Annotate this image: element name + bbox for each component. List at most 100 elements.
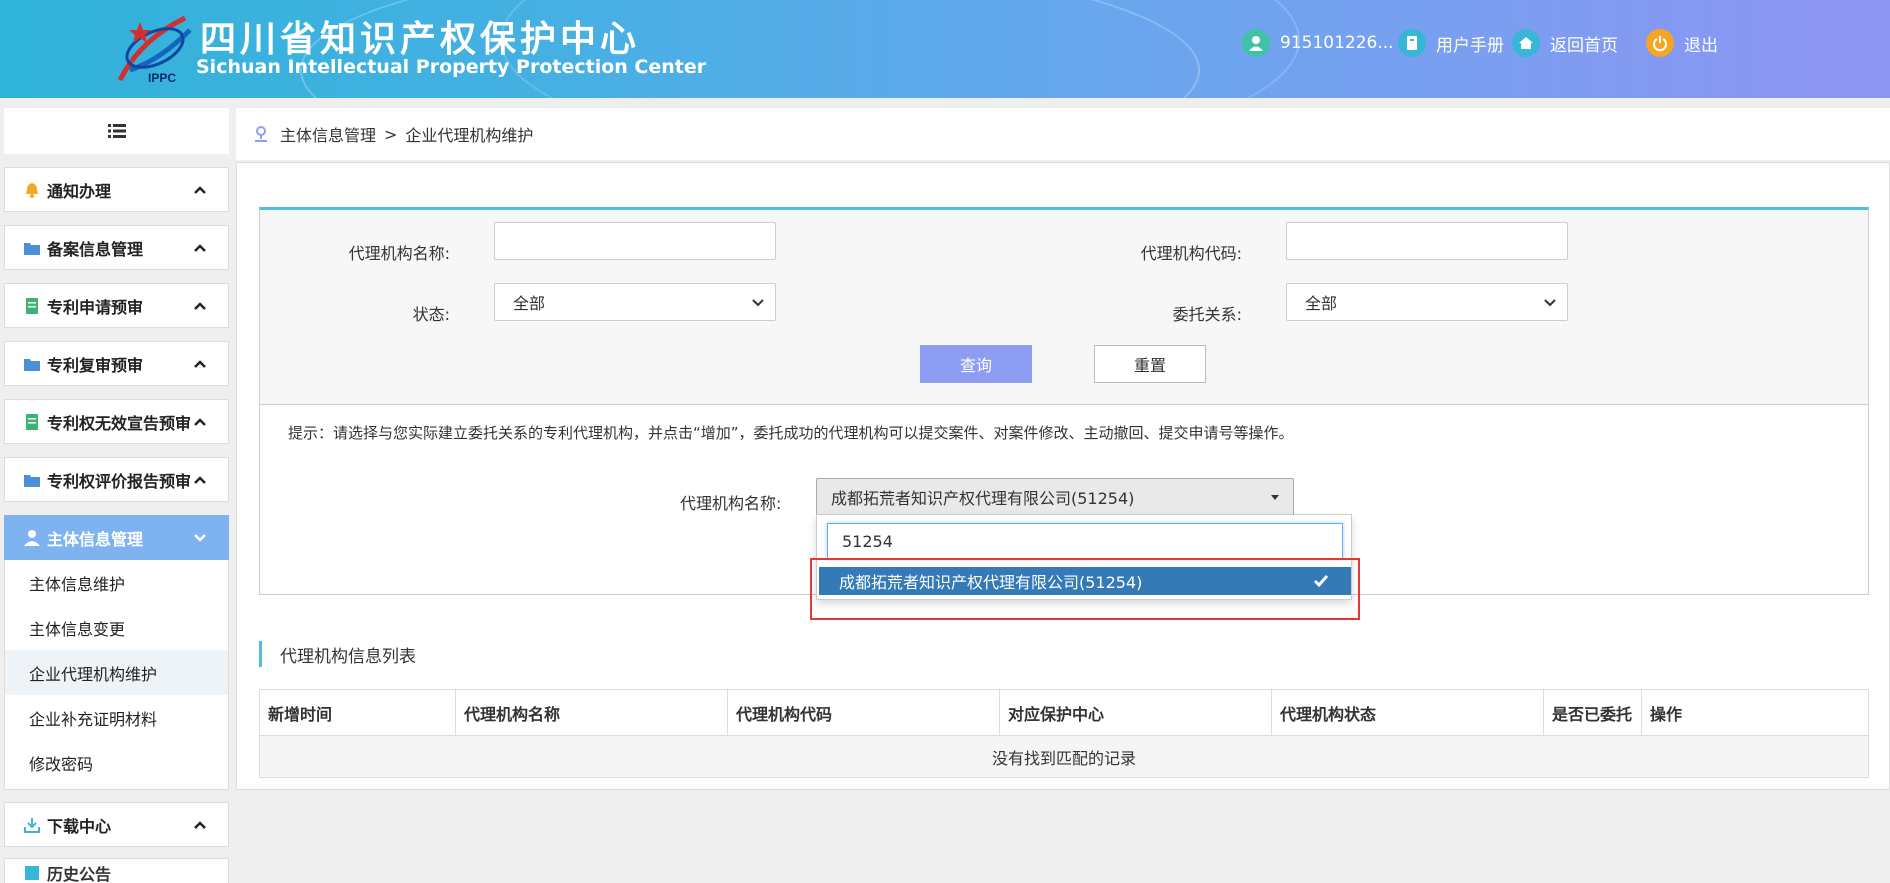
agency-name-input[interactable] [494, 222, 776, 260]
agent-name-label: 代理机构名称: [680, 494, 782, 513]
reset-button[interactable]: 重置 [1094, 345, 1206, 383]
home-icon [1512, 29, 1540, 57]
column-header[interactable]: 代理机构状态 [1271, 689, 1544, 736]
submenu-item-current[interactable]: 企业代理机构维护 [5, 650, 228, 695]
svg-text:IPPC: IPPC [148, 71, 176, 85]
chevron-up-icon [194, 186, 206, 194]
submenu-item[interactable]: 修改密码 [5, 740, 228, 785]
list-title: 代理机构信息列表 [259, 641, 416, 667]
breadcrumb: 主体信息管理 > 企业代理机构维护 [236, 108, 1890, 160]
submenu-item[interactable]: 主体信息变更 [5, 605, 228, 650]
sidebar-item-notices[interactable]: 通知办理 [4, 167, 229, 212]
logout-label: 退出 [1684, 35, 1718, 56]
agency-code-input[interactable] [1286, 222, 1568, 260]
breadcrumb-separator: > [384, 124, 398, 144]
user-icon [1242, 29, 1270, 57]
status-select[interactable]: 全部 [494, 283, 776, 321]
sidebar-item-entity-info[interactable]: 主体信息管理 [4, 515, 229, 560]
relation-label: 委托关系: [1172, 305, 1242, 324]
book-icon [1398, 29, 1426, 57]
chevron-down-icon [1544, 299, 1556, 307]
user-manual-link[interactable]: 用户手册 [1398, 28, 1504, 58]
sidebar-item-label: 历史公告 [47, 865, 112, 883]
location-pin-icon [255, 126, 267, 142]
bell-icon [26, 182, 38, 198]
site-title-en: Sichuan Intellectual Property Protection… [196, 56, 707, 78]
download-icon [24, 817, 40, 833]
sidebar-item-invalidation[interactable]: 专利权无效宣告预审 [4, 399, 229, 444]
sidebar-item-label: 专利权评价报告预审 [47, 471, 192, 491]
chevron-up-icon [194, 244, 206, 252]
chevron-up-icon [194, 302, 206, 310]
column-header[interactable]: 是否已委托 [1543, 689, 1642, 736]
agent-select[interactable]: 成都拓荒者知识产权代理有限公司(51254) [816, 478, 1294, 516]
agency-code-label: 代理机构代码: [1140, 244, 1242, 263]
document-icon [26, 297, 38, 314]
user-id: 915101226... [1280, 33, 1394, 53]
query-button[interactable]: 查询 [920, 345, 1032, 383]
table-header-row: 新增时间 代理机构名称 代理机构代码 对应保护中心 代理机构状态 是否已委托 操… [259, 689, 1869, 736]
document-icon [26, 413, 38, 430]
submenu-item[interactable]: 主体信息维护 [5, 560, 228, 605]
caret-down-icon [1271, 495, 1279, 500]
submenu-item[interactable]: 企业补充证明材料 [5, 695, 228, 740]
sidebar-item-filing[interactable]: 备案信息管理 [4, 225, 229, 270]
folder-icon [24, 474, 40, 487]
sidebar-submenu: 主体信息维护 主体信息变更 企业代理机构维护 企业补充证明材料 修改密码 [4, 560, 229, 790]
user-account[interactable]: 915101226... [1242, 28, 1394, 58]
column-header[interactable]: 代理机构名称 [455, 689, 728, 736]
sidebar-item-label: 下载中心 [47, 816, 112, 836]
status-select-value: 全部 [513, 294, 546, 313]
folder-icon [24, 358, 40, 371]
chevron-down-icon [752, 299, 764, 307]
main-panel: 代理机构名称: 代理机构代码: 状态: 全部 委托关系: 全部 查询 重置 提示… [236, 162, 1890, 790]
breadcrumb-root[interactable]: 主体信息管理 [280, 122, 376, 146]
menu-list-icon [107, 124, 126, 138]
search-form: 代理机构名称: 代理机构代码: 状态: 全部 委托关系: 全部 查询 重置 [260, 210, 1868, 405]
sidebar-toggle[interactable] [4, 108, 229, 154]
chevron-down-icon [194, 534, 206, 542]
column-header[interactable]: 对应保护中心 [999, 689, 1272, 736]
hint-text: 提示：请选择与您实际建立委托关系的专利代理机构，并点击“增加”，委托成功的代理机… [288, 424, 1294, 442]
agency-table: 新增时间 代理机构名称 代理机构代码 对应保护中心 代理机构状态 是否已委托 操… [259, 689, 1869, 778]
chevron-up-icon [194, 821, 206, 829]
dropdown-search-input[interactable]: 51254 [827, 523, 1343, 559]
sidebar-item-reexam[interactable]: 专利复审预审 [4, 341, 229, 386]
sidebar-item-evaluation[interactable]: 专利权评价报告预审 [4, 457, 229, 502]
sidebar-item-download[interactable]: 下载中心 [4, 802, 229, 847]
power-icon [1646, 29, 1674, 57]
sidebar-item-history[interactable]: 历史公告 [4, 858, 229, 883]
user-icon [24, 529, 40, 546]
chevron-up-icon [194, 418, 206, 426]
sidebar-item-label: 主体信息管理 [47, 529, 144, 549]
logout-link[interactable]: 退出 [1646, 28, 1718, 58]
empty-message: 没有找到匹配的记录 [259, 735, 1869, 778]
user-manual-label: 用户手册 [1436, 35, 1504, 56]
agent-select-value: 成都拓荒者知识产权代理有限公司(51254) [831, 489, 1135, 508]
sidebar-item-patent-precheck[interactable]: 专利申请预审 [4, 283, 229, 328]
highlight-frame [810, 558, 1360, 620]
status-label: 状态: [412, 305, 450, 324]
breadcrumb-current: 企业代理机构维护 [405, 126, 534, 145]
sidebar-item-label: 专利权无效宣告预审 [47, 413, 192, 433]
home-link[interactable]: 返回首页 [1512, 28, 1618, 58]
table-row: 没有找到匹配的记录 [259, 735, 1869, 778]
column-header[interactable]: 代理机构代码 [727, 689, 1000, 736]
column-header: 操作 [1641, 689, 1869, 736]
site-title-cn: 四川省知识产权保护中心 [200, 19, 641, 60]
agency-name-label: 代理机构名称: [348, 244, 450, 263]
relation-select[interactable]: 全部 [1286, 283, 1568, 321]
relation-select-value: 全部 [1305, 294, 1338, 313]
notice-icon [25, 866, 39, 880]
chevron-up-icon [194, 360, 206, 368]
column-header[interactable]: 新增时间 [259, 689, 456, 736]
sidebar-item-label: 备案信息管理 [47, 239, 144, 259]
sidebar-item-label: 通知办理 [47, 181, 112, 201]
sidebar-item-label: 专利复审预审 [47, 355, 144, 375]
ippc-logo: IPPC [117, 15, 192, 85]
home-label: 返回首页 [1550, 35, 1618, 56]
chevron-up-icon [194, 476, 206, 484]
folder-icon [24, 242, 40, 255]
top-header: IPPC 四川省知识产权保护中心 Sichuan Intellectual Pr… [0, 0, 1890, 98]
sidebar-item-label: 专利申请预审 [47, 297, 144, 317]
